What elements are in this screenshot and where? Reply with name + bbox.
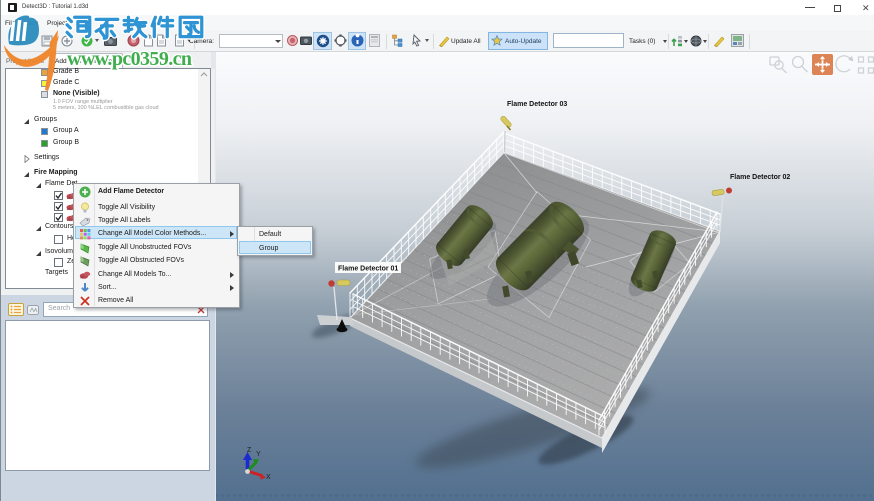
svg-text:Flame Detector 03: Flame Detector 03 (507, 101, 567, 108)
svg-text:Flame Detector 01: Flame Detector 01 (338, 266, 398, 273)
svg-text:Flame Detector 02: Flame Detector 02 (730, 174, 790, 181)
svg-text:Y: Y (256, 451, 261, 458)
svg-text:X: X (266, 474, 271, 481)
svg-text:Z: Z (247, 447, 252, 454)
svg-text:www.pc0359.cn: www.pc0359.cn (67, 48, 192, 70)
